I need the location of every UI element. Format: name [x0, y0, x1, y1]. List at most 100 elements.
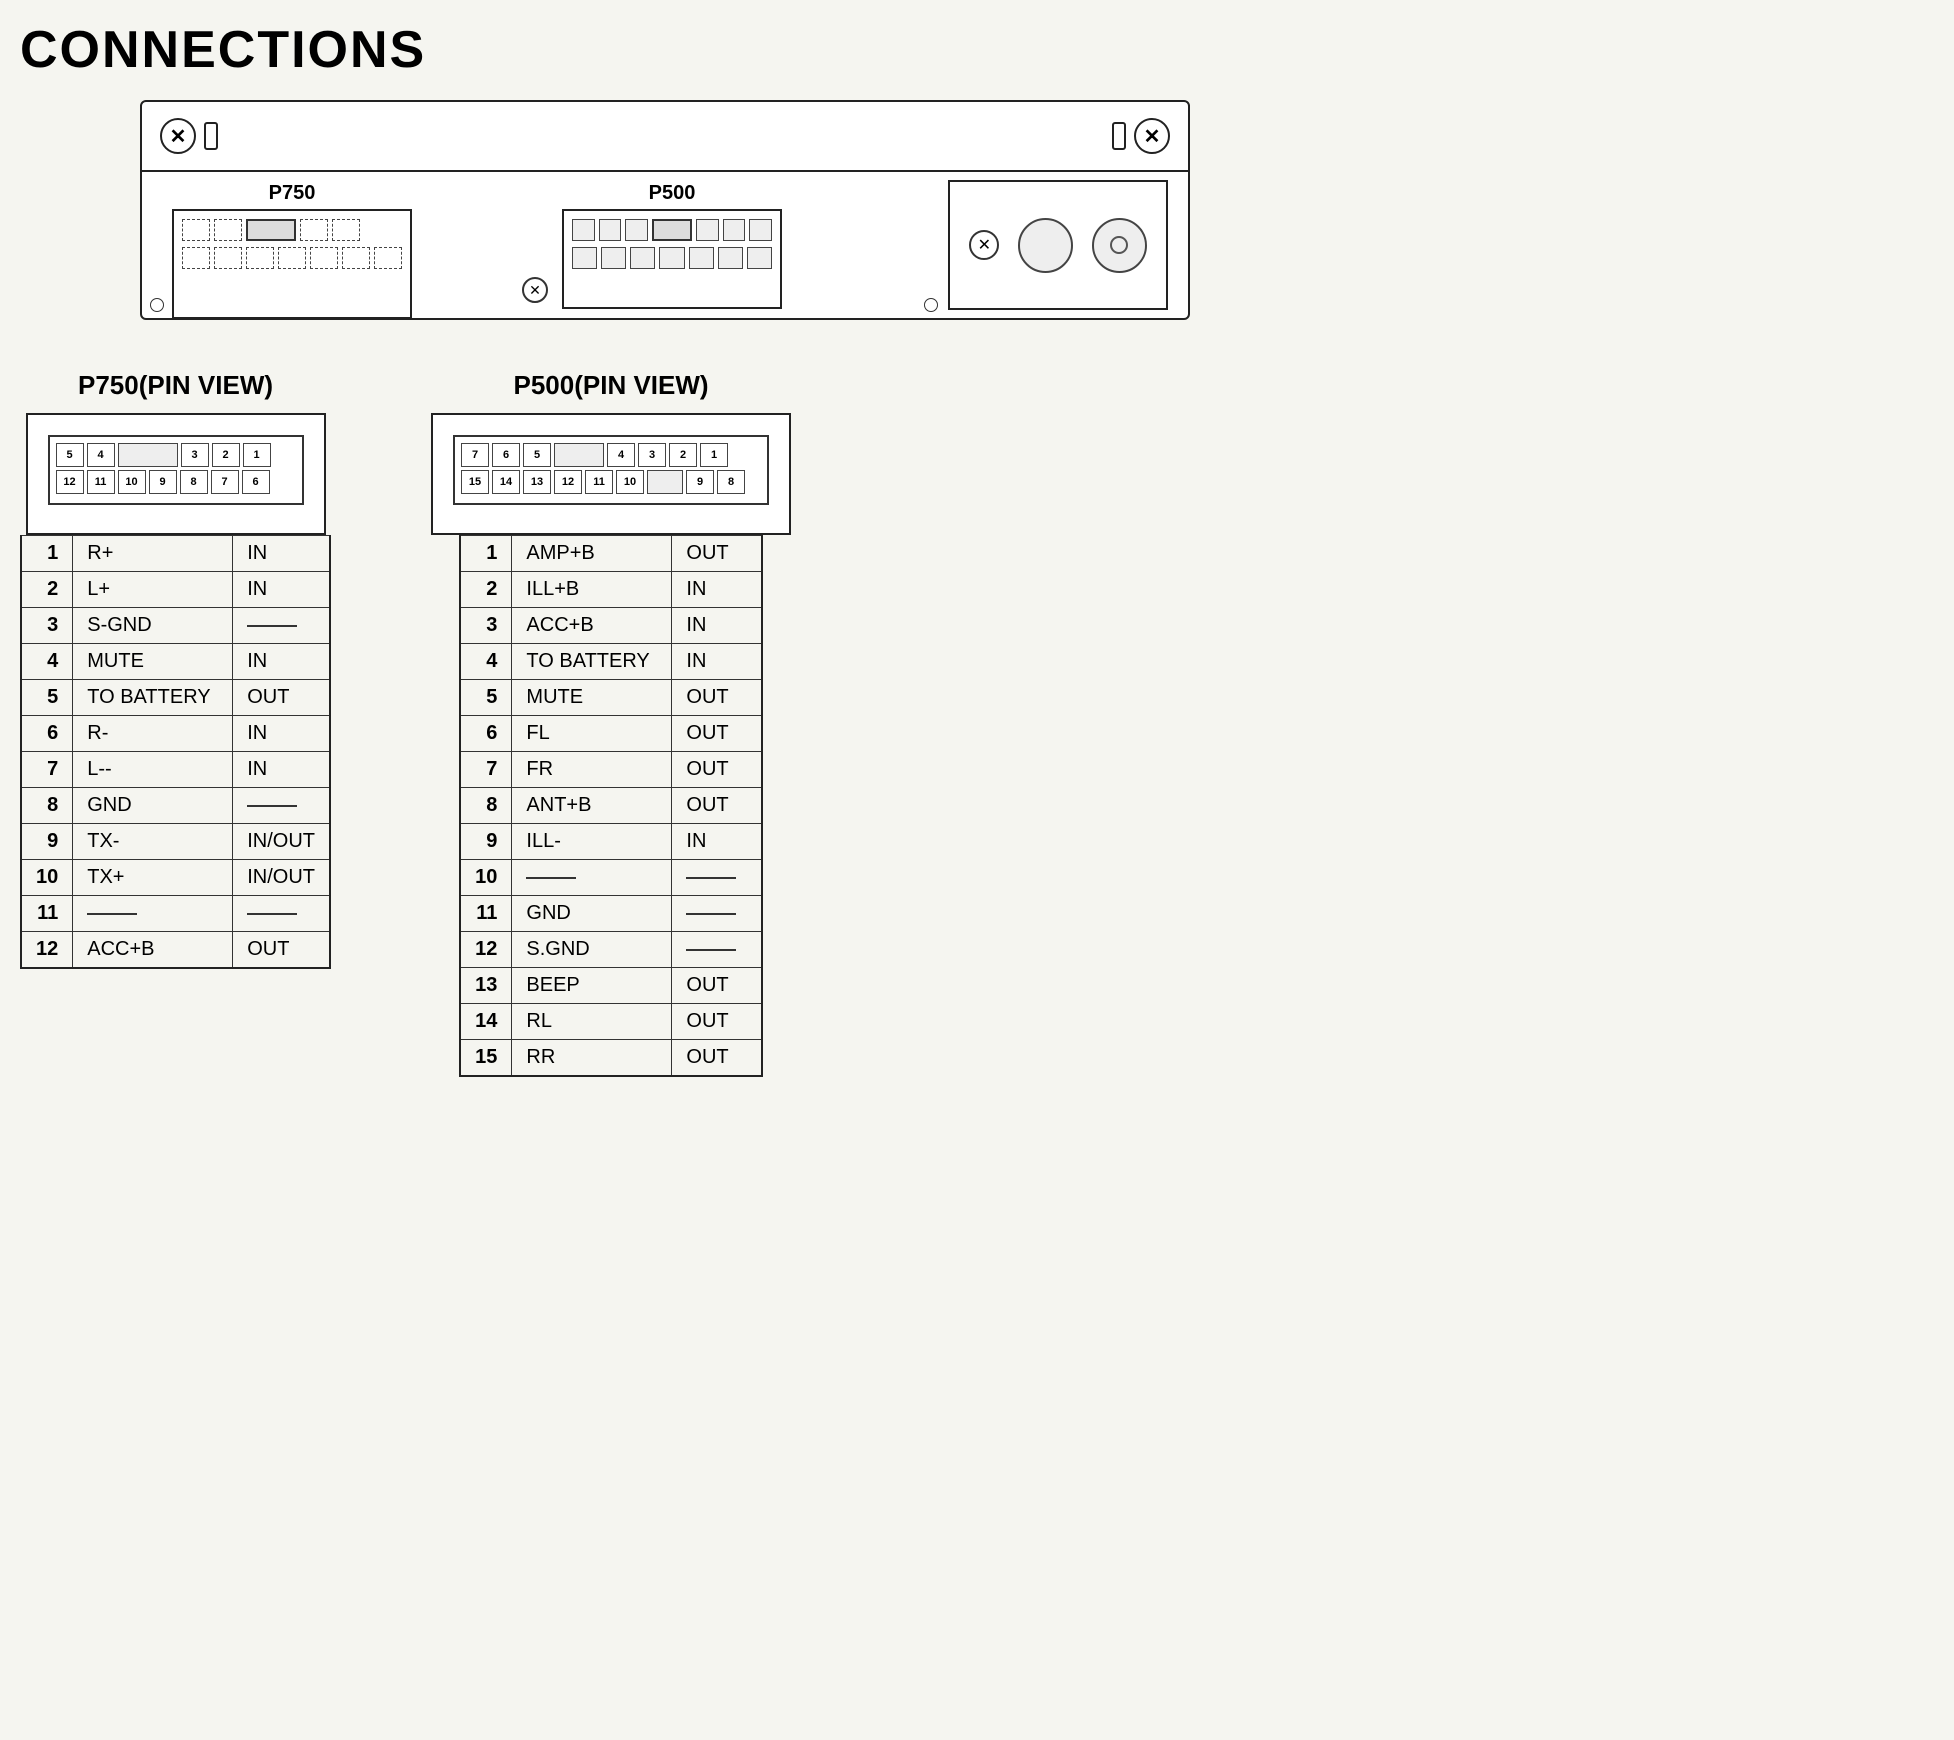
direction: OUT [233, 680, 330, 716]
circle-component-1 [1018, 218, 1073, 273]
x-circle-left: ✕ [160, 118, 196, 154]
p750-pin-box: 5 4 3 2 1 12 11 10 9 8 7 6 [26, 413, 326, 535]
direction: OUT [233, 932, 330, 969]
direction: IN/OUT [233, 824, 330, 860]
pin-number: 1 [21, 536, 73, 572]
top-bar-left: ✕ [160, 118, 218, 154]
conn-row-1 [182, 219, 402, 241]
p500-label: P500 [562, 182, 782, 205]
conn-pin-d5 [182, 247, 210, 269]
p500-pin-5 [723, 219, 746, 241]
p500-pgrid-4: 4 [607, 443, 635, 467]
p500-pgrid-14: 14 [492, 470, 520, 494]
direction [233, 788, 330, 824]
x-circle-right: ✕ [1134, 118, 1170, 154]
p750-pin-7: 7 [211, 470, 239, 494]
p500-pgrid-3: 3 [638, 443, 666, 467]
p750-grid-row-1: 5 4 3 2 1 [56, 443, 296, 467]
p500-pgrid-7: 7 [461, 443, 489, 467]
table-row: 6 FL OUT [460, 716, 762, 752]
direction [672, 860, 762, 896]
table-row: 2 ILL+B IN [460, 572, 762, 608]
table-row: 12 ACC+B OUT [21, 932, 330, 969]
direction: IN [233, 752, 330, 788]
p750-pin-4: 4 [87, 443, 115, 467]
pin-number: 11 [460, 896, 512, 932]
p500-pin-12 [718, 247, 743, 269]
pin-number: 1 [460, 536, 512, 572]
screw-dot-br [924, 298, 938, 312]
conn-pin-d4 [332, 219, 360, 241]
direction: OUT [672, 1004, 762, 1040]
p500-conn-row-1 [572, 219, 772, 241]
table-row: 3 ACC+B IN [460, 608, 762, 644]
table-row: 12 S.GND [460, 932, 762, 968]
direction: IN [672, 644, 762, 680]
pin-number: 7 [460, 752, 512, 788]
center-x-circle: ✕ [522, 277, 548, 303]
signal-name: S-GND [73, 608, 233, 644]
top-indicator-right [1112, 122, 1126, 150]
p500-pgrid-12: 12 [554, 470, 582, 494]
conn-pin-d7 [246, 247, 274, 269]
signal-name: ACC+B [512, 608, 672, 644]
conn-pin-d11 [374, 247, 402, 269]
signal-name: FL [512, 716, 672, 752]
p500-pgrid-2: 2 [669, 443, 697, 467]
pin-number: 3 [21, 608, 73, 644]
pin-number: 4 [460, 644, 512, 680]
p500-connector-box [562, 209, 782, 309]
pin-diagrams-section: P750(PIN VIEW) 5 4 3 2 1 12 11 10 9 8 [20, 370, 1934, 1077]
conn-row-2 [182, 247, 402, 269]
conn-pin-d9 [310, 247, 338, 269]
pin-number: 12 [460, 932, 512, 968]
table-row: 2 L+ IN [21, 572, 330, 608]
pin-number: 2 [460, 572, 512, 608]
p500-pgrid-5: 5 [523, 443, 551, 467]
table-row: 15 RR OUT [460, 1040, 762, 1077]
signal-name: ILL- [512, 824, 672, 860]
pin-number: 5 [460, 680, 512, 716]
p500-pin-13 [747, 247, 772, 269]
table-row: 5 TO BATTERY OUT [21, 680, 330, 716]
device-top-bar: ✕ ✕ [142, 102, 1188, 172]
direction: OUT [672, 752, 762, 788]
p500-pin-diagram: P500(PIN VIEW) 7 6 5 4 3 2 1 15 14 13 12 [431, 370, 791, 1077]
conn-pin-d1 [182, 219, 210, 241]
conn-center [246, 219, 296, 241]
p750-table: 1 R+ IN 2 L+ IN 3 S-GND 4 MUTE IN 5 TO B… [20, 535, 331, 969]
p500-pgrid-9: 9 [686, 470, 714, 494]
p500-pgrid-13: 13 [523, 470, 551, 494]
p500-table: 1 AMP+B OUT 2 ILL+B IN 3 ACC+B IN 4 TO B… [459, 535, 763, 1077]
conn-pin-d8 [278, 247, 306, 269]
pin-number: 2 [21, 572, 73, 608]
signal-name: ILL+B [512, 572, 672, 608]
table-row: 7 FR OUT [460, 752, 762, 788]
signal-name: TO BATTERY [512, 644, 672, 680]
signal-name: ANT+B [512, 788, 672, 824]
p750-pin-diagram: P750(PIN VIEW) 5 4 3 2 1 12 11 10 9 8 [20, 370, 331, 1077]
signal-name: R+ [73, 536, 233, 572]
p750-pin-blank [118, 443, 178, 467]
signal-name [73, 896, 233, 932]
signal-name: MUTE [73, 644, 233, 680]
direction [233, 896, 330, 932]
p500-pin-view-title: P500(PIN VIEW) [514, 370, 709, 401]
pin-number: 11 [21, 896, 73, 932]
table-row: 4 MUTE IN [21, 644, 330, 680]
p500-pgrid-15: 15 [461, 470, 489, 494]
p500-pin-10 [659, 247, 684, 269]
direction: IN/OUT [233, 860, 330, 896]
p500-pin-box: 7 6 5 4 3 2 1 15 14 13 12 11 10 [431, 413, 791, 535]
table-row: 7 L-- IN [21, 752, 330, 788]
p750-pin-view-title: P750(PIN VIEW) [78, 370, 273, 401]
table-row: 5 MUTE OUT [460, 680, 762, 716]
table-row: 3 S-GND [21, 608, 330, 644]
direction [672, 932, 762, 968]
table-row: 9 TX- IN/OUT [21, 824, 330, 860]
device-diagram: ✕ ✕ P750 [140, 100, 1190, 320]
right-x-circle: ✕ [969, 230, 999, 260]
pin-number: 5 [21, 680, 73, 716]
p750-pin-grid: 5 4 3 2 1 12 11 10 9 8 7 6 [48, 435, 304, 505]
p500-pin-9 [630, 247, 655, 269]
